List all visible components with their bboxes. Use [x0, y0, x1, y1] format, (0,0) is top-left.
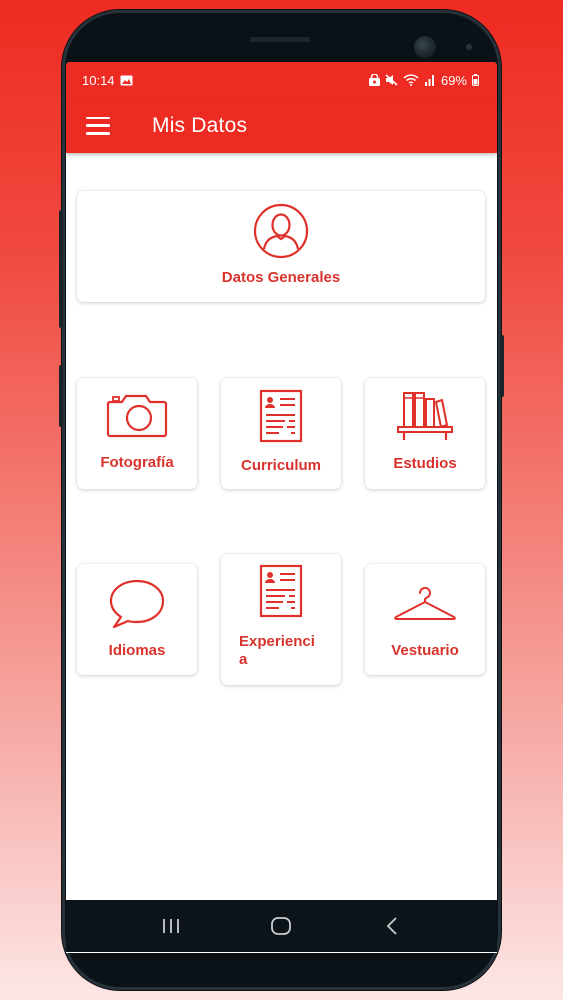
speaker-grille	[250, 37, 310, 42]
power-button	[500, 335, 504, 397]
hamburger-menu-icon[interactable]	[86, 116, 110, 135]
recents-icon	[163, 919, 180, 933]
datos-generales-label: Datos Generales	[221, 269, 341, 286]
resume-icon	[259, 564, 303, 618]
fotografia-card[interactable]: Fotografía	[77, 378, 197, 489]
books-icon	[397, 392, 453, 440]
camera-icon	[106, 394, 168, 438]
back-button[interactable]	[372, 906, 412, 946]
app-bar: Mis Datos	[66, 98, 497, 153]
battery-level: 69%	[440, 72, 467, 88]
recents-button[interactable]	[151, 906, 191, 946]
home-icon	[271, 917, 292, 935]
resume-icon	[259, 389, 303, 443]
battery-icon	[472, 74, 479, 86]
datos-generales-card[interactable]: Datos Generales	[77, 191, 485, 302]
speech-bubble-icon	[109, 579, 165, 629]
app-screen: 10:14 69% Mis Datos Datos Generales Foto…	[66, 62, 497, 953]
page-title: Mis Datos	[152, 113, 248, 137]
proximity-sensor	[466, 44, 472, 50]
experiencia-card[interactable]: Experienci a	[221, 554, 341, 685]
hanger-icon	[394, 586, 456, 620]
estudios-card[interactable]: Estudios	[365, 378, 485, 489]
bixby-button	[59, 365, 63, 427]
experiencia-label: Experienci a	[221, 633, 341, 669]
status-bar: 10:14 69%	[66, 62, 497, 98]
mute-icon	[385, 74, 398, 86]
system-nav-bar	[66, 900, 497, 952]
person-icon	[253, 203, 309, 259]
status-time: 10:14	[82, 72, 115, 88]
vpn-icon	[368, 74, 380, 86]
signal-icon	[424, 75, 434, 86]
volume-button	[59, 210, 63, 328]
estudios-label: Estudios	[393, 455, 457, 472]
curriculum-label: Curriculum	[240, 457, 321, 474]
home-button[interactable]	[261, 906, 301, 946]
curriculum-card[interactable]: Curriculum	[221, 378, 341, 489]
idiomas-card[interactable]: Idiomas	[77, 564, 197, 675]
image-icon	[120, 75, 133, 85]
front-camera	[414, 36, 436, 58]
experiencia-label-line2: a	[239, 651, 248, 668]
idiomas-label: Idiomas	[108, 642, 166, 659]
vestuario-label: Vestuario	[391, 642, 459, 659]
wifi-icon	[403, 74, 419, 86]
back-icon	[386, 917, 397, 935]
experiencia-label-line1: Experienci	[239, 633, 315, 650]
main-content: Datos Generales Fotografía Curriculum Es…	[66, 153, 497, 901]
vestuario-card[interactable]: Vestuario	[365, 564, 485, 675]
fotografia-label: Fotografía	[100, 454, 174, 471]
